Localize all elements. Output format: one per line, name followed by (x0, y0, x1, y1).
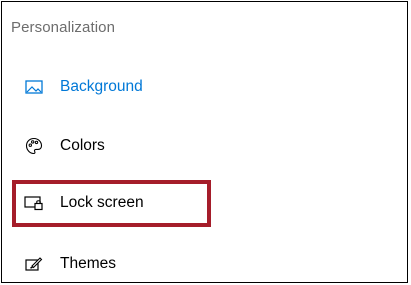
nav-item-label: Colors (60, 137, 105, 154)
palette-icon (24, 136, 44, 156)
section-title: Personalization (11, 19, 116, 36)
nav-item-themes[interactable]: Themes (24, 249, 116, 279)
settings-nav-panel: Personalization Background Colors Lock s… (1, 1, 408, 283)
nav-item-label: Themes (60, 255, 116, 272)
nav-item-background[interactable]: Background (24, 72, 143, 102)
image-icon (24, 77, 44, 97)
nav-item-label: Background (60, 78, 143, 95)
highlight-box (12, 180, 211, 227)
themes-icon (24, 254, 44, 274)
nav-item-colors[interactable]: Colors (24, 131, 105, 161)
